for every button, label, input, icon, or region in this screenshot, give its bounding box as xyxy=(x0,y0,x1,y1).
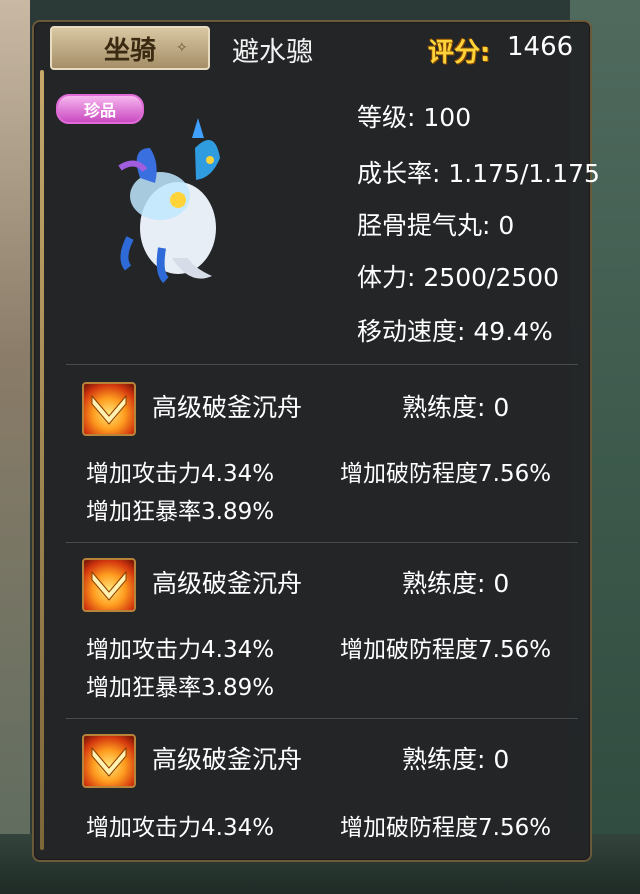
skill-effect: 增加攻击力4.34% xyxy=(86,461,275,487)
stat-stamina-label: 体力: xyxy=(357,263,416,292)
skill-card[interactable]: 高级破釜沉舟 熟练度: 0 增加攻击力4.34% 增加破防程度7.56% 增加狂… xyxy=(66,542,578,712)
skill-effect: 增加攻击力4.34% xyxy=(86,637,275,663)
stat-bone-pill: 胫骨提气丸: 0 xyxy=(357,206,514,242)
tab-label: 坐骑 xyxy=(103,35,156,66)
stat-growth-value: 1.175/1.175 xyxy=(448,159,600,188)
skill-effect: 增加狂暴率3.89% xyxy=(86,675,275,701)
score-value: 1466 xyxy=(507,32,574,62)
skill-card[interactable]: 高级破釜沉舟 熟练度: 0 增加攻击力4.34% 增加破防程度7.56% xyxy=(66,718,578,888)
skill-proficiency: 熟练度: 0 xyxy=(402,569,510,598)
stat-stamina: 体力: 2500/2500 xyxy=(357,258,559,294)
mount-portrait xyxy=(118,118,220,284)
skill-effect: 增加攻击力4.34% xyxy=(86,815,275,841)
skill-effect: 增加破防程度7.56% xyxy=(340,637,552,663)
flame-chevron-icon[interactable] xyxy=(82,382,136,436)
background-left xyxy=(0,0,30,894)
divider xyxy=(66,364,578,365)
stat-level-label: 等级: xyxy=(357,103,416,132)
stat-speed: 移动速度: 49.4% xyxy=(357,312,553,348)
stat-growth-label: 成长率: xyxy=(357,159,441,188)
tab-ornament-icon: ✧ xyxy=(176,40,188,56)
flame-chevron-icon[interactable] xyxy=(82,558,136,612)
stat-bone-pill-value: 0 xyxy=(498,211,515,240)
skill-name: 高级破釜沉舟 xyxy=(152,569,303,598)
skill-effect: 增加破防程度7.56% xyxy=(340,461,552,487)
stat-growth: 成长率: 1.175/1.175 xyxy=(357,154,600,190)
stat-speed-value: 49.4% xyxy=(473,317,553,346)
skill-proficiency: 熟练度: 0 xyxy=(402,393,510,422)
skill-proficiency: 熟练度: 0 xyxy=(402,745,510,774)
stat-level-value: 100 xyxy=(423,103,472,132)
score-label: 评分: xyxy=(428,38,491,68)
flame-chevron-icon[interactable] xyxy=(82,734,136,788)
mount-name: 避水骢 xyxy=(232,37,313,68)
skill-effect: 增加破防程度7.56% xyxy=(340,815,552,841)
skill-name: 高级破釜沉舟 xyxy=(152,393,303,422)
skill-name: 高级破釜沉舟 xyxy=(152,745,303,774)
stat-level: 等级: 100 xyxy=(357,98,471,134)
panel-rail xyxy=(40,70,44,850)
stat-stamina-value: 2500/2500 xyxy=(423,263,560,292)
stat-speed-label: 移动速度: xyxy=(357,317,466,346)
skill-card[interactable]: 高级破釜沉舟 熟练度: 0 增加攻击力4.34% 增加破防程度7.56% 增加狂… xyxy=(66,366,578,536)
stat-bone-pill-label: 胫骨提气丸: xyxy=(357,211,491,240)
skill-effect: 增加狂暴率3.89% xyxy=(86,499,275,525)
